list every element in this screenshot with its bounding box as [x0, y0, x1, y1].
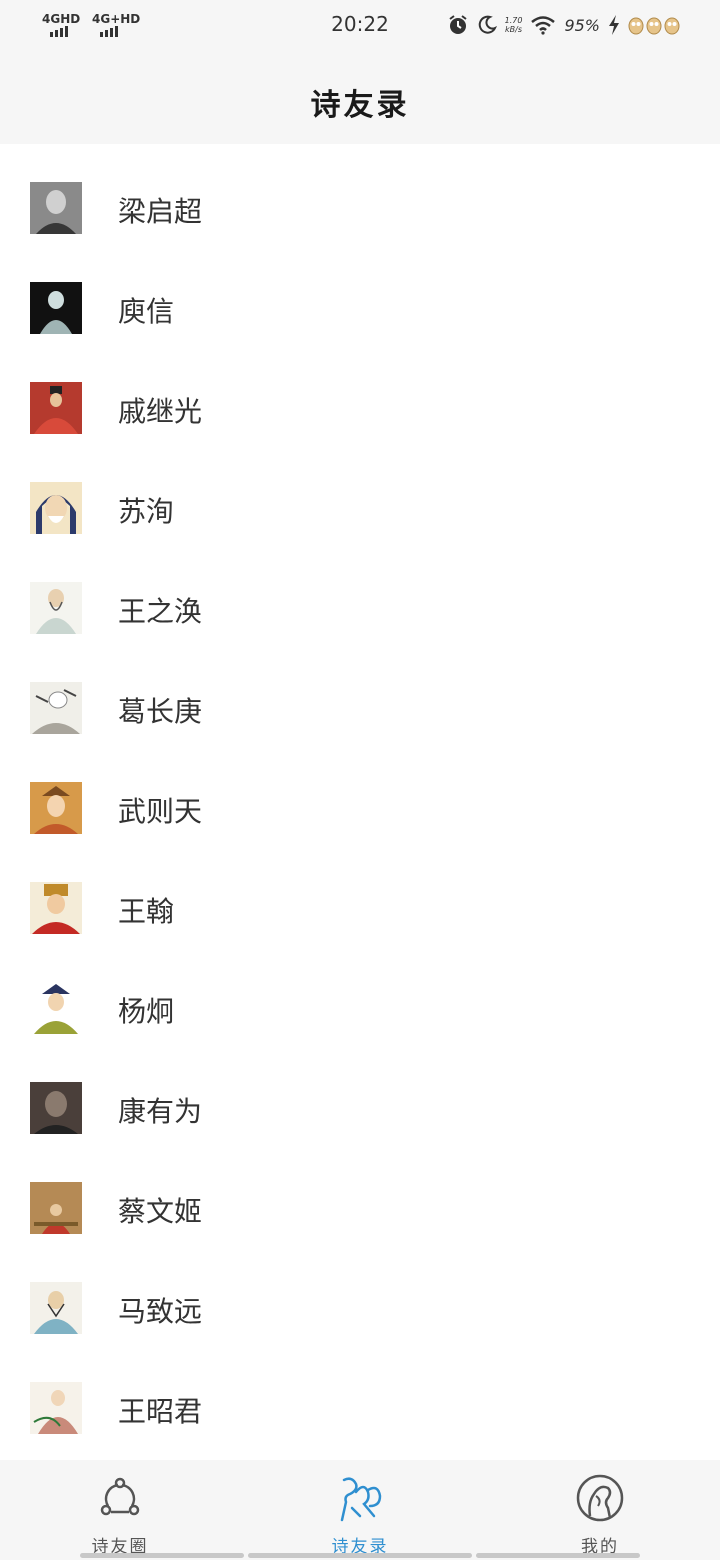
moon-icon	[478, 15, 497, 34]
tab-bar: 诗友圈 诗友录 我的	[0, 1460, 720, 1560]
list-item[interactable]: 蔡文姬	[0, 1144, 720, 1244]
avatar	[30, 482, 82, 534]
avatar	[30, 682, 82, 734]
list-item[interactable]: 康有为	[0, 1044, 720, 1144]
avatar	[30, 982, 82, 1034]
list-item[interactable]: 杨炯	[0, 944, 720, 1044]
list-item[interactable]: 梁启超	[0, 144, 720, 244]
poet-name: 康有为	[118, 1095, 203, 1128]
poet-list[interactable]: 梁启超 庾信 戚继光 苏洵 王之涣 葛长庚 武则天 王翰 杨炯 康有为 蔡文姬	[0, 144, 720, 1460]
poet-name: 王昭君	[118, 1395, 203, 1428]
battery-percent: 95%	[564, 15, 600, 35]
list-item[interactable]: 庾信	[0, 244, 720, 344]
avatar	[30, 582, 82, 634]
avatar	[30, 1082, 82, 1134]
poet-name: 杨炯	[118, 995, 175, 1028]
poet-name: 庾信	[118, 295, 175, 328]
avatar	[30, 782, 82, 834]
app-header: 诗友录	[0, 54, 720, 144]
tab-poet-circle[interactable]: 诗友圈	[60, 1460, 180, 1560]
status-icons: 1.70 kB/s 95%	[447, 14, 680, 36]
avatar	[30, 1382, 82, 1434]
poet-name: 戚继光	[118, 395, 203, 428]
list-item[interactable]: 王之涣	[0, 544, 720, 644]
poet-name: 蔡文姬	[118, 1195, 203, 1228]
poet-name: 苏洵	[118, 495, 175, 528]
home-indicator	[80, 1553, 244, 1558]
poet-name: 马致远	[118, 1295, 203, 1328]
owl-battery-icon	[628, 17, 680, 35]
poet-name: 王翰	[118, 895, 175, 928]
tab-mine[interactable]: 我的	[540, 1460, 660, 1560]
wifi-icon	[531, 16, 556, 35]
profile-icon	[576, 1474, 624, 1522]
charging-icon	[609, 15, 619, 35]
poet-name: 梁启超	[118, 195, 203, 228]
list-item[interactable]: 马致远	[0, 1244, 720, 1344]
poet-name: 武则天	[118, 795, 203, 828]
avatar	[30, 1182, 82, 1234]
page-title: 诗友录	[310, 88, 410, 123]
network-speed: 1.70 kB/s	[504, 16, 523, 34]
circle-nodes-icon	[100, 1477, 140, 1516]
list-item[interactable]: 王翰	[0, 844, 720, 944]
calligraphy-icon	[340, 1477, 382, 1522]
list-item[interactable]: 葛长庚	[0, 644, 720, 744]
status-bar: 4GHD 4G+HD 20:22 1.70 kB/s 95%	[0, 0, 720, 54]
avatar	[30, 1282, 82, 1334]
poet-name: 葛长庚	[118, 695, 203, 728]
list-item[interactable]: 苏洵	[0, 444, 720, 544]
home-indicator	[248, 1553, 472, 1558]
home-indicator	[476, 1553, 640, 1558]
avatar	[30, 882, 82, 934]
list-item[interactable]: 武则天	[0, 744, 720, 844]
alarm-icon	[449, 15, 467, 34]
tab-poet-list[interactable]: 诗友录	[300, 1460, 420, 1560]
avatar	[30, 182, 82, 234]
poet-name: 王之涣	[118, 595, 203, 628]
avatar	[30, 382, 82, 434]
avatar	[30, 282, 82, 334]
list-item[interactable]: 戚继光	[0, 344, 720, 444]
list-item[interactable]: 王昭君	[0, 1344, 720, 1444]
